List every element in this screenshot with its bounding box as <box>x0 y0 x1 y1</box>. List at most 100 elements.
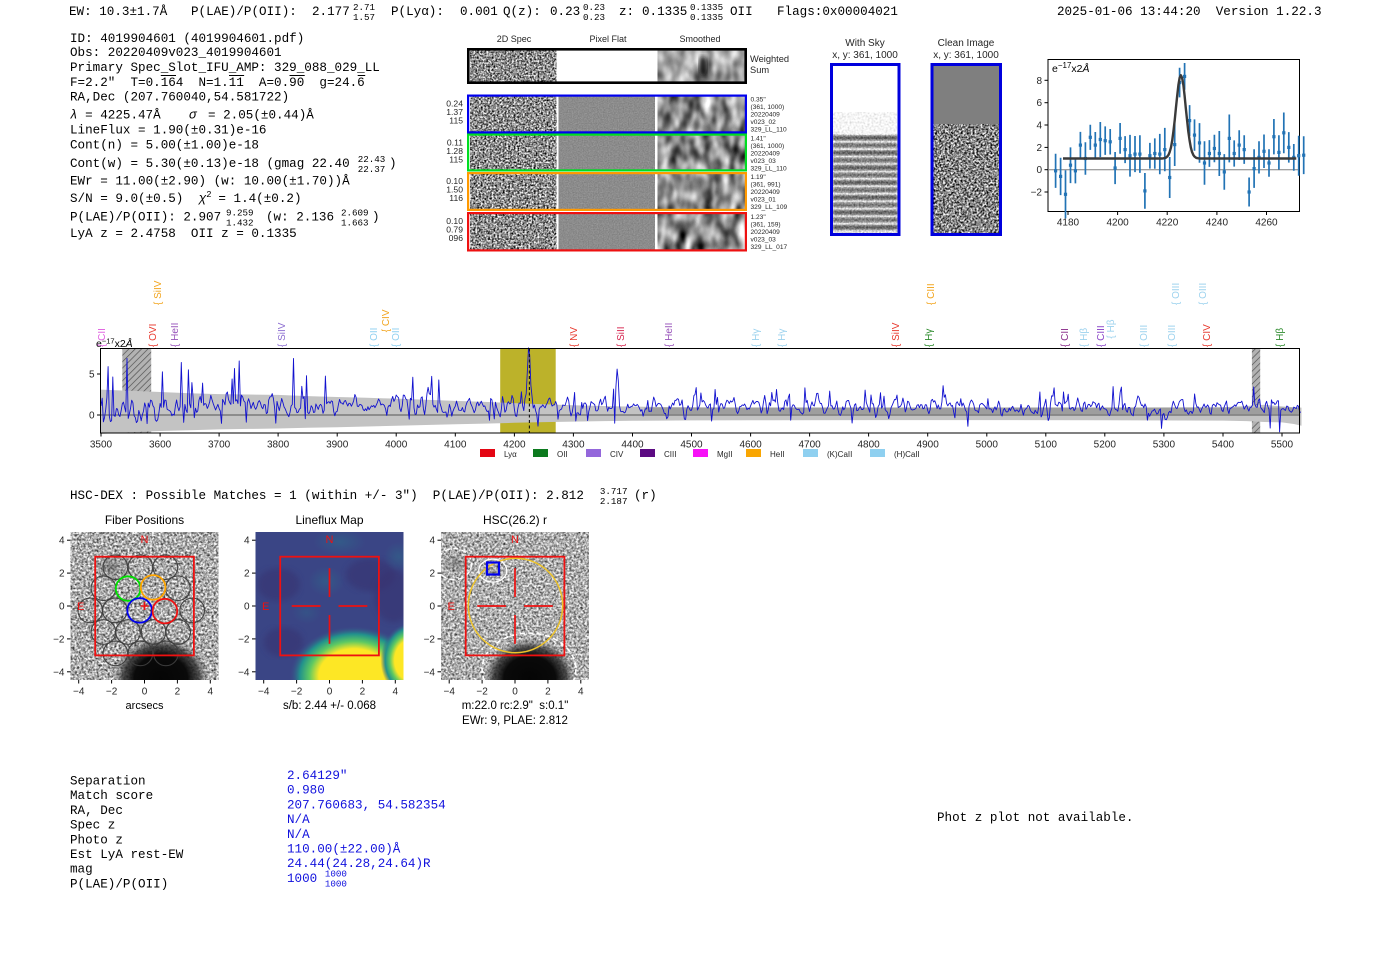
svg-text:329_LL_017: 329_LL_017 <box>751 244 788 251</box>
svg-text:−2: −2 <box>1031 188 1043 199</box>
svg-text:EW: 10.3±1.7Å: EW: 10.3±1.7Å <box>69 5 168 19</box>
svg-text:−4: −4 <box>424 667 436 678</box>
svg-text:HSC-DEX : Possible Matches = 1: HSC-DEX : Possible Matches = 1 (within +… <box>70 489 584 503</box>
svg-text:e−17x2Å: e−17x2Å <box>1052 61 1090 75</box>
svg-text:Photo z: Photo z <box>70 833 123 847</box>
svg-text:{ OIII: { OIII <box>1171 283 1182 305</box>
svg-text:Est LyA rest-EW: Est LyA rest-EW <box>70 848 184 862</box>
svg-text:6: 6 <box>1036 98 1042 109</box>
svg-text:5100: 5100 <box>1035 440 1058 451</box>
svg-text:Pixel Flat: Pixel Flat <box>589 34 627 44</box>
svg-text:HeII: HeII <box>770 450 785 459</box>
svg-text:RA,Dec (207.760040,54.581722): RA,Dec (207.760040,54.581722) <box>70 91 289 105</box>
svg-text:4700: 4700 <box>798 440 821 451</box>
svg-text:5200: 5200 <box>1094 440 1117 451</box>
svg-text:4: 4 <box>244 536 250 547</box>
svg-text:4: 4 <box>208 687 214 698</box>
svg-text:2: 2 <box>1036 143 1042 154</box>
svg-text:4180: 4180 <box>1057 218 1080 229</box>
svg-text:2025-01-06 13:44:20 Version 1: 2025-01-06 13:44:20 Version 1.22.3 <box>1057 5 1322 19</box>
svg-text:{ OIII: { OIII <box>1139 325 1150 347</box>
svg-text:mag: mag <box>70 863 93 877</box>
svg-text:m:22.0 rc:2.9" s:0.1": m:22.0 rc:2.9" s:0.1" <box>462 700 569 712</box>
svg-text:N: N <box>326 534 334 546</box>
svg-text:116: 116 <box>449 193 463 203</box>
svg-text:0.23: 0.23 <box>550 5 580 19</box>
svg-text:Separation: Separation <box>70 775 146 789</box>
svg-text:0: 0 <box>429 602 435 613</box>
svg-text:3900: 3900 <box>326 440 349 451</box>
svg-text:v023_03: v023_03 <box>751 237 777 244</box>
svg-text:−4: −4 <box>443 687 455 698</box>
svg-text:0.23: 0.23 <box>583 12 605 23</box>
svg-text:096: 096 <box>449 233 464 243</box>
svg-text:Flags:0x00004021: Flags:0x00004021 <box>777 5 898 19</box>
svg-text:N: N <box>511 534 519 546</box>
svg-text:Spec z: Spec z <box>70 819 115 833</box>
svg-text:0.1335: 0.1335 <box>690 12 723 23</box>
svg-text:(K)CaII: (K)CaII <box>827 450 852 459</box>
svg-text:329_LL_110: 329_LL_110 <box>751 127 788 134</box>
svg-text:2.177: 2.177 <box>312 5 350 19</box>
svg-text:arcsecs: arcsecs <box>126 700 164 712</box>
svg-text:4: 4 <box>393 687 399 698</box>
svg-text:−2: −2 <box>424 634 436 645</box>
svg-text:E: E <box>448 601 455 613</box>
svg-text:0: 0 <box>512 687 518 698</box>
svg-text:4260: 4260 <box>1255 218 1278 229</box>
svg-text:0: 0 <box>1036 165 1042 176</box>
svg-text:{ CIV: { CIV <box>1202 324 1213 347</box>
svg-text:N: N <box>141 534 149 546</box>
svg-text:4: 4 <box>59 536 65 547</box>
svg-text:v023_02: v023_02 <box>751 119 777 126</box>
svg-text:4: 4 <box>429 536 435 547</box>
svg-text:5: 5 <box>89 370 95 381</box>
svg-text:= 1.4(±0.2): = 1.4(±0.2) <box>218 192 301 206</box>
svg-text:22.37: 22.37 <box>358 164 386 175</box>
svg-text:0: 0 <box>59 602 65 613</box>
svg-text:Lyα: Lyα <box>504 450 517 459</box>
svg-text:Smoothed: Smoothed <box>679 34 720 44</box>
svg-text:4900: 4900 <box>917 440 940 451</box>
svg-text:5300: 5300 <box>1153 440 1176 451</box>
svg-text:(361, 159): (361, 159) <box>751 222 781 229</box>
svg-text:{ SiII: { SiII <box>616 326 627 347</box>
svg-text:4240: 4240 <box>1206 218 1229 229</box>
svg-text:{ OIII: { OIII <box>1167 325 1178 347</box>
svg-text:1.41": 1.41" <box>751 136 767 143</box>
svg-text:Clean Image: Clean Image <box>938 38 995 49</box>
svg-text:0.1335: 0.1335 <box>642 5 687 19</box>
svg-text:0.980: 0.980 <box>287 784 325 798</box>
svg-text:1.432: 1.432 <box>226 217 254 228</box>
svg-text:1000: 1000 <box>325 879 347 890</box>
svg-text:20220409: 20220409 <box>751 229 781 236</box>
svg-text:2: 2 <box>175 687 181 698</box>
svg-text:8: 8 <box>1036 76 1042 87</box>
svg-text:−2: −2 <box>53 634 65 645</box>
svg-text:{ Hγ: { Hγ <box>924 329 935 347</box>
svg-text:115: 115 <box>449 115 463 125</box>
svg-text:4200: 4200 <box>1106 218 1129 229</box>
svg-text:5400: 5400 <box>1212 440 1235 451</box>
svg-text:Cont(w) = 5.30(±0.13)e-18 (gma: Cont(w) = 5.30(±0.13)e-18 (gmag 22.40 <box>70 157 350 171</box>
svg-text:0: 0 <box>244 602 250 613</box>
svg-text:OII: OII <box>730 5 753 19</box>
svg-text:(361, 1000): (361, 1000) <box>751 143 785 150</box>
svg-text:{ OIII: { OIII <box>1198 283 1209 305</box>
svg-text:207.760683, 54.582354: 207.760683, 54.582354 <box>287 798 446 812</box>
svg-text:3800: 3800 <box>267 440 290 451</box>
svg-text:{ NV: { NV <box>569 327 580 347</box>
svg-text:ID: 4019904601 (4019904601.pdf: ID: 4019904601 (4019904601.pdf) <box>70 32 304 46</box>
svg-text:{ Hβ: { Hβ <box>1106 319 1117 338</box>
svg-text:2: 2 <box>206 190 211 200</box>
svg-text:{ OVI: { OVI <box>148 324 159 347</box>
svg-text:4: 4 <box>578 687 584 698</box>
svg-text:−2: −2 <box>106 687 118 698</box>
svg-text:(w: 2.136: (w: 2.136 <box>266 211 334 225</box>
svg-text:−2: −2 <box>238 634 250 645</box>
svg-text:2: 2 <box>360 687 366 698</box>
svg-text:110.00(±22.00)Å: 110.00(±22.00)Å <box>287 843 401 857</box>
svg-text:{ Hγ: { Hγ <box>751 329 762 347</box>
svg-text:): ) <box>389 157 397 171</box>
svg-text:Primary Spec_Slot_IFU_AMP: 329: Primary Spec_Slot_IFU_AMP: 329_088_029_L… <box>70 61 380 75</box>
